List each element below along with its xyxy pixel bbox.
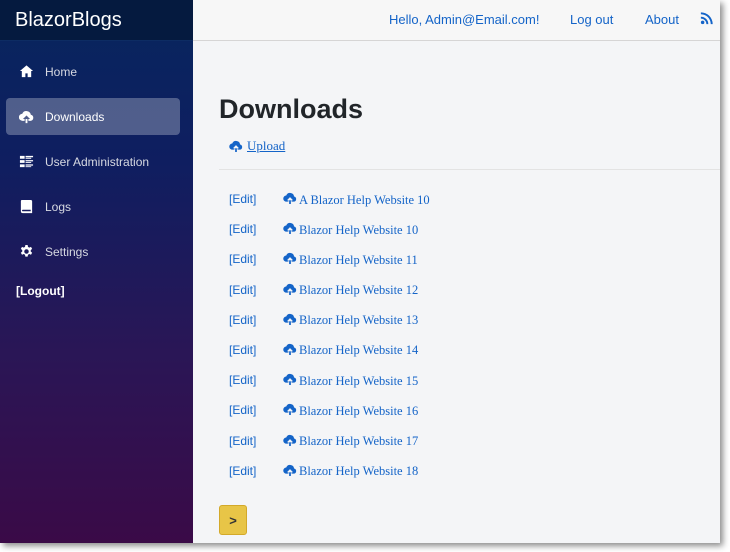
top-bar: Hello, Admin@Email.com! Log out About xyxy=(193,0,720,41)
download-title: Blazor Help Website 17 xyxy=(299,434,419,448)
download-link[interactable]: Blazor Help Website 13 xyxy=(283,313,418,329)
logout-link[interactable]: Log out xyxy=(570,12,613,27)
cloud-upload-icon xyxy=(283,464,299,480)
cloud-upload-icon xyxy=(283,283,299,299)
app-window: BlazorBlogs Home Downloads User Administ… xyxy=(0,0,720,543)
edit-link[interactable]: [Edit] xyxy=(229,222,256,236)
upload-link[interactable]: Upload xyxy=(229,138,285,154)
download-link[interactable]: Blazor Help Website 11 xyxy=(283,252,418,268)
edit-link[interactable]: [Edit] xyxy=(229,192,256,206)
edit-link[interactable]: [Edit] xyxy=(229,373,256,387)
sidebar-item-label: Downloads xyxy=(45,109,105,124)
download-link[interactable]: Blazor Help Website 17 xyxy=(283,434,418,450)
edit-link[interactable]: [Edit] xyxy=(229,343,256,357)
cloud-upload-icon xyxy=(283,313,299,329)
download-link[interactable]: Blazor Help Website 16 xyxy=(283,403,418,419)
download-title: Blazor Help Website 12 xyxy=(299,283,419,298)
divider xyxy=(219,169,720,170)
edit-link[interactable]: [Edit] xyxy=(229,434,256,448)
sidebar-item-label: Settings xyxy=(45,244,89,259)
cloud-upload-icon xyxy=(283,434,299,450)
download-link[interactable]: A Blazor Help Website 10 xyxy=(283,192,430,208)
sidebar-item-settings[interactable]: Settings xyxy=(6,233,180,270)
sidebar-item-downloads[interactable]: Downloads xyxy=(6,98,180,135)
edit-link[interactable]: [Edit] xyxy=(229,283,256,297)
sidebar-nav: Home Downloads User Administration Logs xyxy=(0,41,193,300)
home-icon xyxy=(18,64,34,80)
rss-icon[interactable] xyxy=(700,11,714,25)
download-title: Blazor Help Website 18 xyxy=(299,464,419,479)
sidebar-item-label: Logs xyxy=(45,199,72,214)
download-title: Blazor Help Website 10 xyxy=(299,222,419,237)
greeting-link[interactable]: Hello, Admin@Email.com! xyxy=(389,12,539,27)
sidebar-item-logs[interactable]: Logs xyxy=(6,188,180,225)
cloud-upload-icon xyxy=(283,192,299,208)
sidebar-logout-link[interactable]: [Logout] xyxy=(16,284,65,298)
cloud-upload-icon xyxy=(283,252,299,268)
upload-label: Upload xyxy=(247,138,286,153)
download-title: Blazor Help Website 16 xyxy=(299,403,419,418)
page-title: Downloads xyxy=(219,94,364,124)
download-link[interactable]: Blazor Help Website 14 xyxy=(283,343,418,359)
sidebar: BlazorBlogs Home Downloads User Administ… xyxy=(0,0,193,543)
download-title: Blazor Help Website 15 xyxy=(299,373,419,388)
edit-link[interactable]: [Edit] xyxy=(229,464,256,478)
edit-link[interactable]: [Edit] xyxy=(229,313,256,327)
about-link[interactable]: About xyxy=(645,12,679,27)
download-link[interactable]: Blazor Help Website 18 xyxy=(283,464,418,480)
list-icon xyxy=(18,154,34,170)
edit-link[interactable]: [Edit] xyxy=(229,252,256,266)
download-title: A Blazor Help Website 10 xyxy=(299,192,430,207)
cloud-upload-icon xyxy=(283,403,299,419)
gear-icon xyxy=(18,244,34,260)
cloud-upload-icon xyxy=(283,343,299,359)
download-title: Blazor Help Website 13 xyxy=(299,313,419,328)
next-page-button[interactable]: > xyxy=(219,505,247,535)
book-icon xyxy=(18,199,34,215)
sidebar-item-label: Home xyxy=(45,64,78,79)
sidebar-item-home[interactable]: Home xyxy=(6,53,180,90)
download-link[interactable]: Blazor Help Website 15 xyxy=(283,373,418,389)
download-link[interactable]: Blazor Help Website 12 xyxy=(283,283,418,299)
edit-link[interactable]: [Edit] xyxy=(229,403,256,417)
brand-title[interactable]: BlazorBlogs xyxy=(15,9,122,32)
sidebar-item-label: User Administration xyxy=(45,154,150,169)
cloud-upload-icon xyxy=(229,140,243,152)
download-title: Blazor Help Website 11 xyxy=(299,252,418,267)
download-link[interactable]: Blazor Help Website 10 xyxy=(283,222,418,238)
main-content: Downloads Upload [Edit] A Blazor Help We… xyxy=(193,41,720,543)
cloud-upload-icon xyxy=(283,222,299,238)
cloud-upload-icon xyxy=(283,373,299,389)
brand-bar: BlazorBlogs xyxy=(0,0,193,41)
cloud-download-icon xyxy=(18,109,34,125)
download-title: Blazor Help Website 14 xyxy=(299,343,419,358)
sidebar-item-user-administration[interactable]: User Administration xyxy=(6,143,180,180)
